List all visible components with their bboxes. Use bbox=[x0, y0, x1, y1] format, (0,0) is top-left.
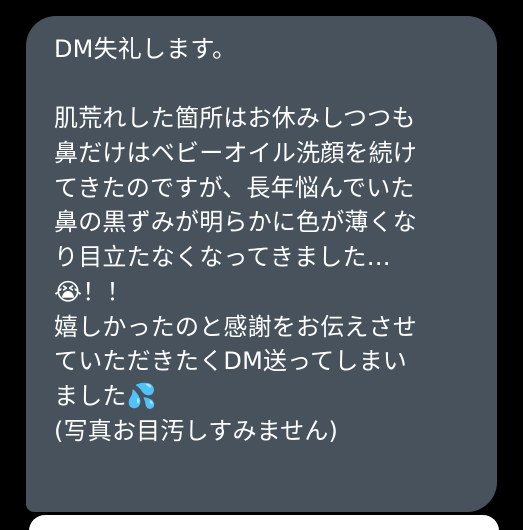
next-message-bubble[interactable] bbox=[29, 515, 499, 530]
message-line: ていただきたくDM送ってしまい bbox=[54, 347, 407, 376]
message-line: 肌荒れした箇所はお休みしつつも bbox=[54, 104, 416, 133]
message-line: DM失礼します。 bbox=[54, 35, 237, 63]
message-line bbox=[54, 67, 475, 102]
message-line: 😭！！ bbox=[54, 277, 131, 306]
message-line: 嬉しかったのと感謝をお伝えさせ bbox=[54, 312, 417, 341]
message-text: DM失礼します。 肌荒れした箇所はお休みしつつも 鼻だけはベビーオイル洗顔を続け… bbox=[54, 32, 475, 448]
dm-conversation-screen: DM失礼します。 肌荒れした箇所はお休みしつつも 鼻だけはベビーオイル洗顔を続け… bbox=[0, 0, 523, 530]
message-line: 鼻だけはベビーオイル洗顔を続け bbox=[54, 139, 417, 168]
message-line: てきたのですが、長年悩んでいた bbox=[54, 173, 415, 202]
message-line: ました💦 bbox=[54, 381, 157, 410]
message-line: (写真お目汚しすみません) bbox=[54, 416, 339, 445]
incoming-message-bubble[interactable]: DM失礼します。 肌荒れした箇所はお休みしつつも 鼻だけはベビーオイル洗顔を続け… bbox=[26, 16, 497, 512]
message-line: 鼻の黒ずみが明らかに色が薄くな bbox=[54, 208, 417, 237]
message-line: り目立たなくなってきました… bbox=[54, 243, 391, 272]
